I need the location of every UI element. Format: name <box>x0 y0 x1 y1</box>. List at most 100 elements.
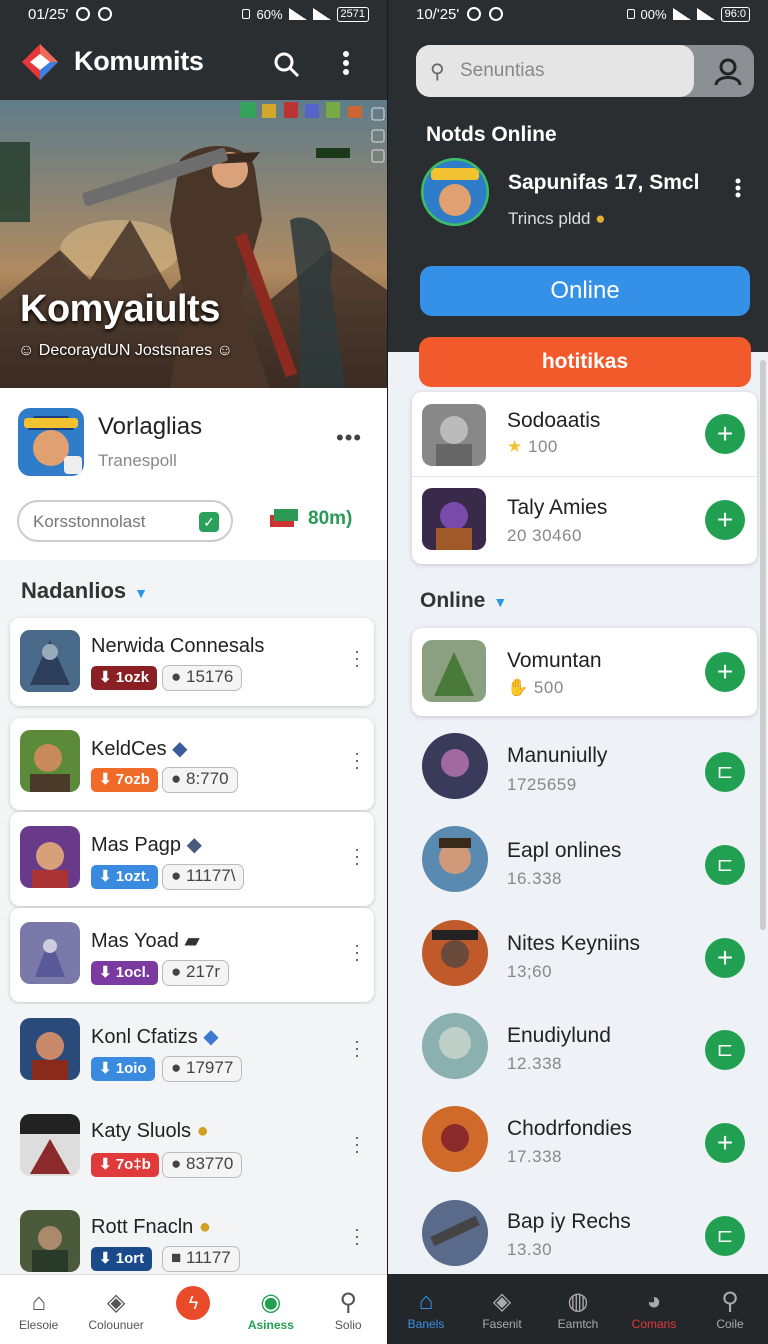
list-item[interactable]: Nites Keyniins 13;60 + <box>412 908 757 996</box>
add-button[interactable]: + <box>705 652 745 692</box>
item-avatar <box>422 1013 488 1079</box>
item-more-icon[interactable]: · · · <box>354 1128 360 1160</box>
battery-icon: 2571 <box>336 6 369 22</box>
list-item[interactable]: Chodrfondies 17.338 + <box>412 1093 757 1181</box>
add-button[interactable]: + <box>705 1123 745 1163</box>
section-title: Nadanlios <box>21 578 127 603</box>
item-more-icon[interactable]: · · · <box>354 744 360 776</box>
remove-button[interactable]: ⊏ <box>705 1216 745 1256</box>
caret-down-icon: ▼ <box>493 594 508 610</box>
remove-button[interactable]: ⊏ <box>705 1030 745 1070</box>
add-button[interactable]: + <box>705 938 745 978</box>
nav-home[interactable]: ⌂ Elesoie <box>4 1288 74 1332</box>
list-item[interactable]: Vomuntan ✋ 500 + <box>412 628 757 716</box>
list-item[interactable]: Rott Fnacln ● ⬇ 1ort ■ 11177 · · · <box>10 1196 374 1276</box>
item-avatar <box>422 1106 488 1172</box>
search-input[interactable]: Senuntias <box>416 45 694 97</box>
nav-comans[interactable]: ◕ Comans <box>619 1287 689 1331</box>
item-more-icon[interactable]: · · · <box>354 1220 360 1252</box>
add-button[interactable]: + <box>705 500 745 540</box>
online-button[interactable]: Online <box>420 266 750 316</box>
more-menu-icon[interactable] <box>342 50 350 76</box>
list-item[interactable]: Manuniully 1725659 ⊏ <box>412 722 757 810</box>
home-icon: ⌂ <box>31 1288 46 1316</box>
item-name: Enudiylund <box>507 1024 611 1047</box>
app-logo-icon[interactable] <box>20 42 60 82</box>
item-value: ★ 100 <box>507 437 558 456</box>
item-more-icon[interactable]: · · · <box>354 1032 360 1064</box>
profile-more-icon[interactable]: ••• <box>336 425 362 451</box>
featured-avatar[interactable] <box>421 158 489 226</box>
list-item[interactable]: Mas Yoad ▰ ⬇ 1ocl. ● 217r · · · <box>10 908 374 1002</box>
item-avatar <box>422 640 486 702</box>
item-value: 1725659 <box>507 775 577 794</box>
list-item[interactable]: Katy Sluols ● ⬇ 7o‡b ● 83770 · · · <box>10 1100 374 1194</box>
nav-label: Banels <box>407 1317 445 1331</box>
item-title: Katy Sluols ● <box>91 1120 209 1142</box>
cube-icon: ◈ <box>106 1288 126 1316</box>
lock-icon <box>242 9 251 19</box>
right-screen: 10/'25' 00% 96:0 Senuntias ⚲ Notds Onlin… <box>388 0 768 1344</box>
nav-search[interactable]: ⚲ Solio <box>313 1288 383 1332</box>
item-more-icon[interactable]: · · · <box>354 840 360 872</box>
nav-explore[interactable]: ◈ Fasenit <box>467 1287 537 1331</box>
item-value: 16.338 <box>507 869 562 888</box>
cube-icon: ◆ <box>172 738 188 760</box>
nav-match[interactable]: ◍ Eamtch <box>543 1287 613 1331</box>
nav-business[interactable]: ◉ Asiness <box>236 1288 306 1332</box>
section-header[interactable]: Online ▼ <box>420 589 507 613</box>
gem-count: 80m) <box>268 507 352 531</box>
list-item[interactable]: KeldCes ◆ ⬇ 7ozb ● 8:770 · · · <box>10 718 374 810</box>
item-score: ● 17977 <box>162 1056 243 1082</box>
battery-pct: 00% <box>640 6 667 22</box>
cube-icon: ◈ <box>492 1288 512 1315</box>
nav-hot[interactable]: ϟ <box>158 1285 228 1334</box>
item-score: ■ 11177 <box>162 1246 240 1272</box>
hand-icon: ✋ <box>507 678 529 697</box>
alien-icon: ◕ <box>646 1288 662 1315</box>
remove-button[interactable]: ⊏ <box>705 845 745 885</box>
section-header[interactable]: Nadanlios ▼ <box>21 578 148 604</box>
item-name: Eapl onlines <box>507 839 622 862</box>
game-thumbnail <box>20 730 80 792</box>
nav-collection[interactable]: ◈ Colounuer <box>81 1288 151 1332</box>
search-bar: Senuntias ⚲ <box>416 45 754 97</box>
game-thumbnail <box>20 1018 80 1080</box>
sync-icon <box>489 7 504 21</box>
user-icon[interactable] <box>714 57 742 85</box>
item-score: ● 11177\ <box>162 864 245 890</box>
scrollbar[interactable] <box>760 360 766 930</box>
item-name: Bap iy Rechs <box>507 1210 631 1233</box>
remove-button[interactable]: ⊏ <box>705 752 745 792</box>
item-more-icon[interactable]: · · · <box>354 642 360 674</box>
gem-count-value: 80m) <box>308 508 353 529</box>
search-icon[interactable] <box>272 50 300 78</box>
game-thumbnail <box>20 922 80 984</box>
item-title: KeldCes ◆ <box>91 738 188 760</box>
hot-button[interactable]: hotitikas <box>419 337 751 387</box>
item-score: ● 217r <box>162 960 230 986</box>
profile-avatar[interactable] <box>18 408 84 476</box>
list-item[interactable]: Mas Pagp ◆ ⬇ 1ozt. ● 11177\ · · · <box>10 812 374 906</box>
list-item[interactable]: Enudiylund 12.338 ⊏ <box>412 1000 757 1088</box>
more-menu-icon[interactable] <box>735 178 741 198</box>
section-title: Online <box>420 589 486 612</box>
nav-home[interactable]: ⌂ Banels <box>391 1287 461 1331</box>
item-title: Konl Cfatizs ◆ <box>91 1026 219 1048</box>
item-more-icon[interactable]: · · · <box>354 936 360 968</box>
add-button[interactable]: + <box>705 414 745 454</box>
cube-icon: ◆ <box>203 1026 219 1048</box>
list-item[interactable]: Eapl onlines 16.338 ⊏ <box>412 815 757 903</box>
app-title: Komumits <box>74 46 204 76</box>
check-icon[interactable]: ✓ <box>199 512 219 532</box>
nav-label: Solio <box>334 1317 362 1332</box>
item-avatar <box>422 404 486 466</box>
nav-label: Fasenit <box>482 1317 522 1331</box>
item-avatar <box>422 733 488 799</box>
item-value: 12.338 <box>507 1054 562 1073</box>
list-item[interactable]: Konl Cfatizs ◆ ⬇ 1oio ● 17977 · · · <box>10 1004 374 1098</box>
list-item[interactable]: Nerwida Connesals ⬇ 1ozk ● 15176 · · · <box>10 618 374 706</box>
nav-search[interactable]: ⚲ Coile <box>695 1287 765 1331</box>
status-field[interactable]: Korsstonnolast ✓ <box>17 500 233 542</box>
list-item[interactable]: Bap iy Rechs 13.30 ⊏ <box>412 1186 757 1274</box>
